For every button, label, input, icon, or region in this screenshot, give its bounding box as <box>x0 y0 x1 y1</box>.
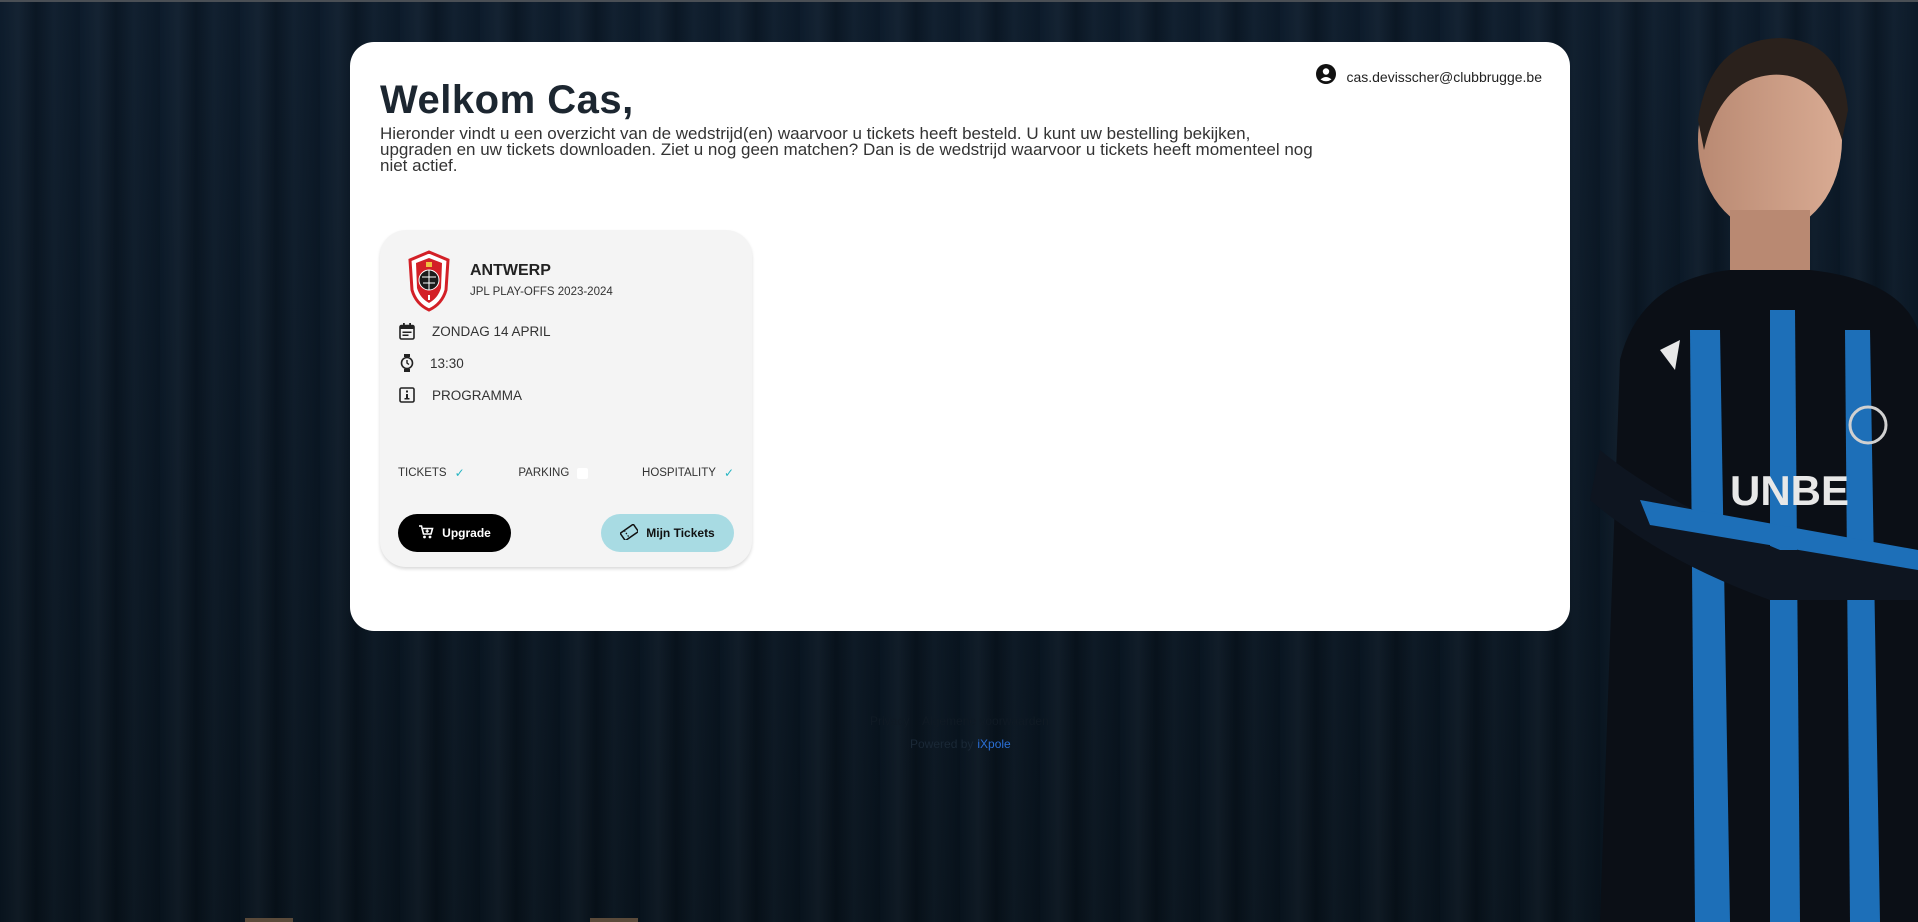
calendar-icon <box>398 322 416 340</box>
feature-parking-label: PARKING <box>518 467 570 479</box>
my-tickets-button[interactable]: Mijn Tickets <box>601 514 734 552</box>
ixpole-link[interactable]: iXpole <box>977 737 1010 751</box>
privacy-link[interactable]: Privacy <box>870 714 909 728</box>
feature-parking: PARKING <box>518 467 589 479</box>
feature-tickets: TICKETS ✓ <box>398 466 465 480</box>
feature-hospitality-label: HOSPITALITY <box>642 467 716 479</box>
match-date: ZONDAG 14 APRIL <box>432 323 551 339</box>
competition-name: JPL PLAY-OFFS 2023-2024 <box>470 286 613 298</box>
opponent-name: ANTWERP <box>470 262 551 279</box>
powered-by-label: Powered by <box>910 737 974 751</box>
page-title: Welkom Cas, <box>380 78 634 122</box>
match-card: ANTWERP JPL PLAY-OFFS 2023-2024 ZONDAG 1… <box>380 230 752 567</box>
watch-icon <box>398 354 416 372</box>
check-icon: ✓ <box>723 466 734 480</box>
unchecked-icon <box>577 467 589 479</box>
check-icon: ✓ <box>454 466 465 480</box>
upgrade-button-label: Upgrade <box>442 526 491 540</box>
info-icon <box>398 386 416 404</box>
my-tickets-button-label: Mijn Tickets <box>646 526 715 540</box>
feature-tickets-label: TICKETS <box>398 467 447 479</box>
footer-links: Privacy Algemene voorwaarden <box>870 714 1059 728</box>
terms-link[interactable]: Algemene voorwaarden <box>922 714 1049 728</box>
features-row: TICKETS ✓ PARKING HOSPITALITY ✓ <box>398 466 734 480</box>
antwerp-crest-icon <box>408 250 450 317</box>
main-card: Welkom Cas, Hieronder vindt u een overzi… <box>350 42 1570 631</box>
ticket-icon <box>620 523 640 543</box>
program-row[interactable]: PROGRAMMA <box>398 386 522 404</box>
svg-text:UNBE: UNBE <box>1730 467 1849 514</box>
account-circle-icon <box>1316 64 1337 89</box>
date-row: ZONDAG 14 APRIL <box>398 322 551 340</box>
player-image: UNBE <box>1590 38 1918 922</box>
top-edge <box>0 0 1918 2</box>
bottom-mark <box>590 918 638 922</box>
bottom-mark <box>245 918 293 922</box>
upgrade-button[interactable]: Upgrade <box>398 514 511 552</box>
program-link[interactable]: PROGRAMMA <box>432 388 522 403</box>
user-email: cas.devisscher@clubbrugge.be <box>1346 68 1542 85</box>
time-row: 13:30 <box>398 354 464 372</box>
match-time: 13:30 <box>430 355 464 371</box>
user-menu[interactable]: cas.devisscher@clubbrugge.be <box>1316 64 1542 89</box>
intro-text: Hieronder vindt u een overzicht van de w… <box>380 124 1313 175</box>
powered-by: Powered by iXpole <box>910 737 1011 751</box>
cart-plus-icon <box>418 524 434 543</box>
feature-hospitality: HOSPITALITY ✓ <box>642 466 734 480</box>
